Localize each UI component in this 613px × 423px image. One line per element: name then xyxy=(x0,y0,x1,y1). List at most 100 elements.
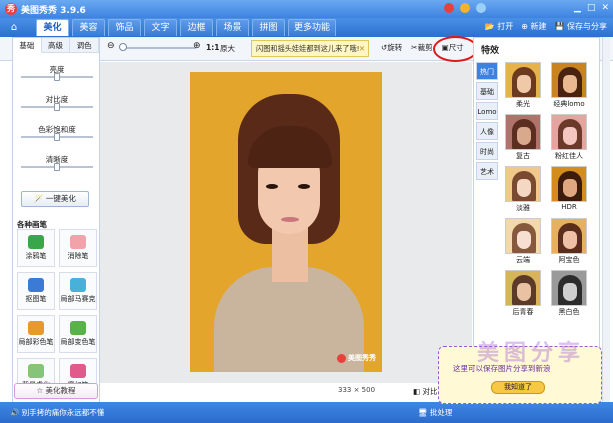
image-dimensions: 333 × 500 xyxy=(338,386,376,394)
zoom-track[interactable] xyxy=(121,47,196,49)
overlay-watermark: 美图分享 xyxy=(476,341,585,366)
pen-tool[interactable]: 抠图笔 xyxy=(17,272,55,310)
effect-category[interactable]: 人像 xyxy=(476,122,498,140)
effect-preview xyxy=(551,114,587,150)
home-icon[interactable]: ⌂ xyxy=(4,20,24,35)
crop-label: 裁剪 xyxy=(417,43,433,52)
tab-beautify[interactable]: 美化 xyxy=(36,19,69,36)
pen-tool[interactable]: 消除笔 xyxy=(59,229,97,267)
zoom-out-icon[interactable]: ⊖ xyxy=(107,41,115,51)
effect-category[interactable]: Lomo xyxy=(476,102,498,120)
left-panel: 基础 高级 调色 亮度 对比度 色彩饱和度 清晰度 🪄 一键美化 各种画笔 涂鸦笔 消除… xyxy=(12,37,100,408)
pen-tool-label: 局部彩色笔 xyxy=(18,338,54,346)
effect-category[interactable]: 艺术 xyxy=(476,162,498,180)
effect-thumbnail[interactable]: 复古 xyxy=(504,114,542,162)
feature-tabs: 美化 美容 饰品 文字 边框 场景 拼图 更多功能 xyxy=(36,19,337,36)
tab-accessories[interactable]: 饰品 xyxy=(108,19,141,36)
rotate-button[interactable]: ↺旋转 xyxy=(381,42,402,53)
slider-handle[interactable] xyxy=(54,133,60,141)
new-label: 新建 xyxy=(530,22,547,31)
photo-eye-right xyxy=(298,184,310,189)
subtab-color[interactable]: 调色 xyxy=(70,38,100,53)
account-icon[interactable] xyxy=(444,3,454,13)
tab-beauty[interactable]: 美容 xyxy=(72,19,105,36)
feedback-icon[interactable] xyxy=(460,3,470,13)
original-size-button[interactable]: 原大 xyxy=(220,43,235,54)
slider-handle[interactable] xyxy=(54,163,60,171)
preview-face xyxy=(517,75,531,93)
compare-button[interactable]: ◧ 对比 xyxy=(413,386,437,397)
effect-preview xyxy=(505,114,541,150)
effect-thumbnail[interactable]: 淡雅 xyxy=(504,166,542,214)
maximize-button[interactable]: □ xyxy=(587,3,596,13)
tab-text[interactable]: 文字 xyxy=(144,19,177,36)
tab-frame[interactable]: 边框 xyxy=(180,19,213,36)
pen-tool[interactable]: 局部彩色笔 xyxy=(17,315,55,353)
zoom-bar: ⊖ ⊕ 1:1 原大 xyxy=(107,41,247,55)
effect-label: HDR xyxy=(561,203,577,211)
menu-icon[interactable] xyxy=(476,3,486,13)
effect-thumbnail[interactable]: 粉红佳人 xyxy=(550,114,588,162)
watermark-logo-icon xyxy=(337,353,346,363)
effect-preview xyxy=(505,218,541,254)
effect-category[interactable]: 热门 xyxy=(476,62,498,80)
zoom-handle[interactable] xyxy=(119,43,127,51)
close-button[interactable]: ✕ xyxy=(601,3,609,13)
notice-banner[interactable]: 闪图和摇头娃娃都到这儿来了哦! ✕ xyxy=(251,40,369,57)
effect-label: 阿宝色 xyxy=(558,256,580,264)
ratio-button[interactable]: 1:1 xyxy=(206,43,219,52)
batch-button[interactable]: 🖥 批处理 xyxy=(418,407,452,418)
pen-tool[interactable]: 涂鸦笔 xyxy=(17,229,55,267)
zoom-in-icon[interactable]: ⊕ xyxy=(193,41,201,51)
effect-category[interactable]: 基础 xyxy=(476,82,498,100)
save-share-button[interactable]: 💾 保存与分享 xyxy=(554,21,607,32)
tab-collage[interactable]: 拼图 xyxy=(252,19,285,36)
effect-thumbnail[interactable]: 后青春 xyxy=(504,270,542,318)
window-controls: ▁ □ ✕ xyxy=(574,3,609,13)
effect-label: 黑白色 xyxy=(558,308,580,316)
preview-face xyxy=(517,179,531,197)
subtab-advanced[interactable]: 高级 xyxy=(41,38,71,53)
tab-more[interactable]: 更多功能 xyxy=(288,19,337,36)
tab-scene[interactable]: 场景 xyxy=(216,19,249,36)
tutorial-button[interactable]: ☆ 美化教程 xyxy=(14,383,98,399)
effect-thumbnail[interactable]: 云端 xyxy=(504,218,542,266)
subtab-basic[interactable]: 基础 xyxy=(13,38,42,53)
notice-close-icon[interactable]: ✕ xyxy=(359,41,365,56)
effect-thumbnail[interactable]: 经典lomo xyxy=(550,62,588,110)
one-key-beautify-button[interactable]: 🪄 一键美化 xyxy=(21,191,89,207)
pen-tool[interactable]: 局部变色笔 xyxy=(59,315,97,353)
one-key-label: 一键美化 xyxy=(45,194,76,203)
preview-face xyxy=(517,127,531,145)
crop-button[interactable]: ✂裁剪 xyxy=(411,42,432,53)
effect-preview xyxy=(505,166,541,202)
highlight-circle xyxy=(433,36,478,62)
open-button[interactable]: 📂 打开 xyxy=(485,21,514,32)
effect-label: 经典lomo xyxy=(553,100,585,108)
effect-label: 柔光 xyxy=(516,100,530,108)
effects-title: 特效 xyxy=(481,46,500,56)
effect-preview xyxy=(551,62,587,98)
slider-handle[interactable] xyxy=(54,103,60,111)
effect-thumbnail[interactable]: 黑白色 xyxy=(550,270,588,318)
batch-label: 批处理 xyxy=(429,408,453,417)
pen-tool-icon xyxy=(28,321,44,335)
effect-thumbnail[interactable]: 柔光 xyxy=(504,62,542,110)
effect-category[interactable]: 时尚 xyxy=(476,142,498,160)
effect-thumbnail[interactable]: HDR xyxy=(550,166,588,214)
photo[interactable]: 美图秀秀 xyxy=(190,72,382,372)
preview-face xyxy=(563,283,577,301)
effect-preview xyxy=(551,166,587,202)
pen-tool-icon xyxy=(70,364,86,378)
slider-handle[interactable] xyxy=(54,73,60,81)
pen-tool-icon xyxy=(28,278,44,292)
new-button[interactable]: ⊕ 新建 xyxy=(521,21,546,32)
pen-tool-icon xyxy=(70,278,86,292)
open-label: 打开 xyxy=(497,22,514,31)
app-title: 美图秀秀 3.9.6 xyxy=(21,6,86,16)
effect-thumbnail[interactable]: 阿宝色 xyxy=(550,218,588,266)
minimize-button[interactable]: ▁ xyxy=(574,3,581,13)
effects-scrollbar[interactable] xyxy=(602,37,610,408)
preview-face xyxy=(563,127,577,145)
pen-tool[interactable]: 局部马赛克 xyxy=(59,272,97,310)
